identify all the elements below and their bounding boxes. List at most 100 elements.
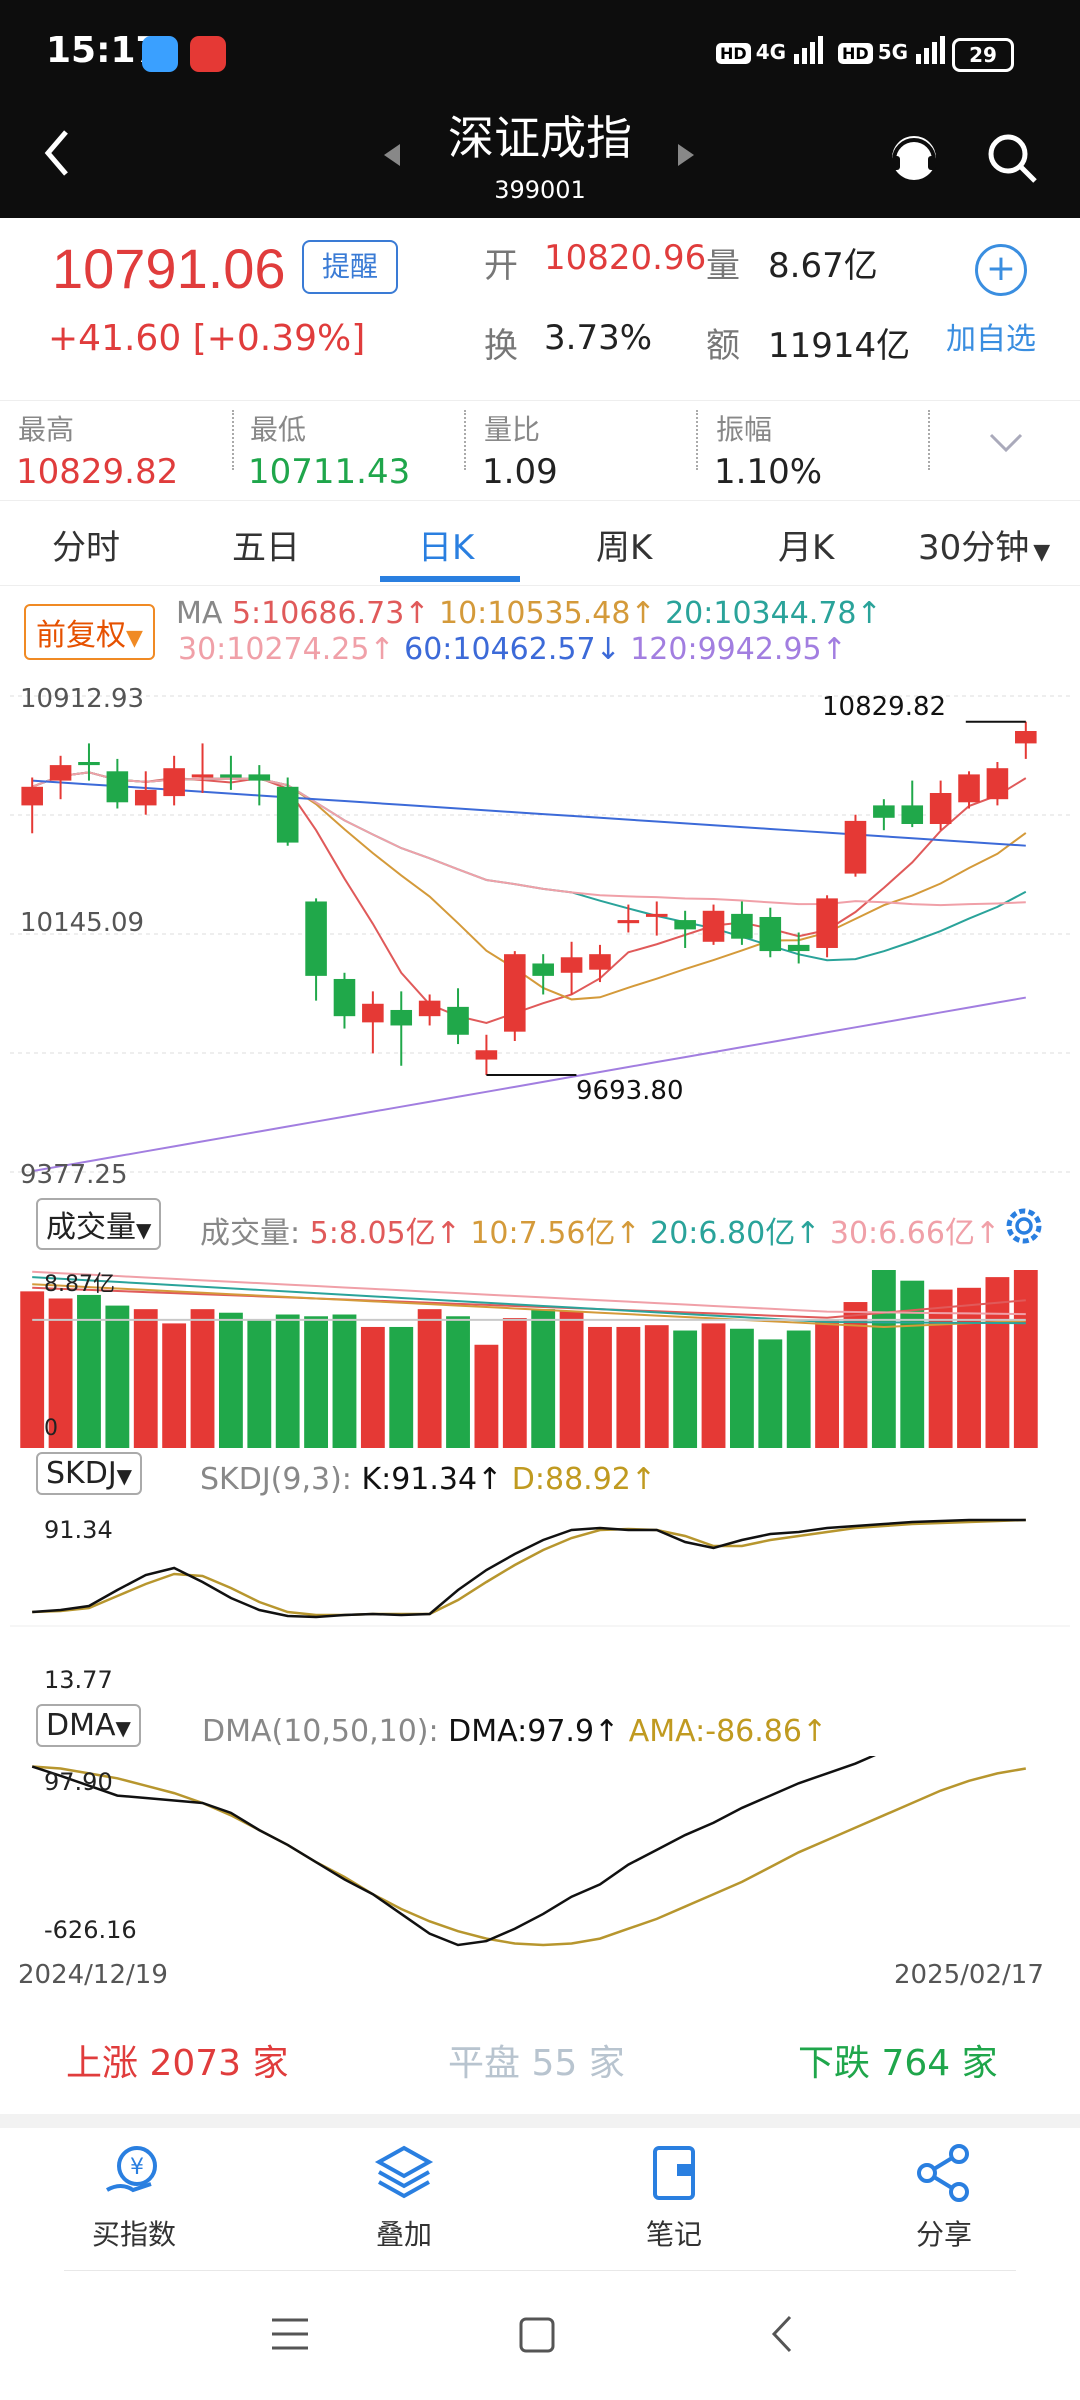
volume-bar	[559, 1310, 584, 1448]
price-axis-mid: 10145.09	[20, 908, 145, 938]
candle-body	[276, 786, 299, 843]
skdj-params: SKDJ(9,3):	[200, 1462, 352, 1497]
unchanged-count[interactable]: 平盘 55 家	[448, 2034, 625, 2086]
high-marker-label: 10829.82	[822, 692, 947, 722]
tab-30min[interactable]: 30分钟 ▼	[918, 520, 1050, 569]
skdj-d-line	[32, 1518, 1026, 1617]
candle-body	[873, 805, 895, 818]
dma-chart	[31, 1756, 1027, 1947]
divider	[928, 410, 930, 470]
candle-body	[362, 1003, 384, 1023]
signal-icon: HD 5G	[838, 36, 946, 64]
volume-bar	[247, 1319, 272, 1448]
turnover-value: 3.73%	[544, 318, 653, 358]
divider	[64, 2270, 1016, 2271]
tab-monthly-k[interactable]: 月K	[778, 520, 834, 569]
volume-bar	[190, 1309, 215, 1448]
ma10-value: 10:10535.48↑	[438, 596, 656, 631]
candle-body	[106, 771, 129, 803]
dma-legend: DMA(10,50,10): DMA:97.9↑ AMA:-86.86↑	[202, 1714, 827, 1749]
home-icon[interactable]	[518, 2316, 556, 2358]
volume-bar	[417, 1309, 442, 1448]
volume-bar	[1013, 1270, 1038, 1448]
advancers-count[interactable]: 上涨 2073 家	[66, 2034, 289, 2086]
menu-icon[interactable]	[270, 2316, 310, 2356]
volume-bar	[616, 1326, 641, 1448]
tab-intraday[interactable]: 分时	[52, 520, 120, 569]
stat-low-label: 最低	[250, 413, 307, 446]
back-nav-icon[interactable]	[770, 2314, 794, 2358]
divider	[464, 410, 466, 470]
caret-down-icon: ▼	[126, 626, 143, 651]
kline-chart[interactable]	[0, 676, 1080, 1196]
date-end: 2025/02/17	[894, 1960, 1044, 1990]
stat-amplitude-value: 1.10%	[714, 452, 823, 492]
volume-bar	[218, 1312, 243, 1448]
overlay-button[interactable]: 叠加	[304, 2140, 504, 2253]
share-button[interactable]: 分享	[844, 2140, 1044, 2253]
tab-daily-k[interactable]: 日K	[418, 520, 474, 569]
candle-body	[560, 957, 583, 973]
add-favorite-button[interactable]: 加自选	[946, 314, 1036, 358]
skdj-selector[interactable]: SKDJ▼	[36, 1452, 143, 1495]
settings-gear-icon[interactable]	[1002, 1204, 1046, 1252]
caret-down-icon: ▼	[136, 1218, 152, 1242]
candle-body	[759, 916, 782, 952]
candle-body	[731, 913, 753, 939]
dma-selector[interactable]: DMA▼	[36, 1704, 141, 1747]
candle-body	[844, 820, 867, 874]
price-axis-top: 10912.93	[20, 684, 145, 714]
adjust-selector[interactable]: 前复权▼	[24, 604, 155, 660]
volume-bar	[162, 1323, 187, 1448]
volume-bar	[20, 1291, 45, 1448]
coin-hand-icon: ¥	[106, 2146, 157, 2193]
volume-bar	[786, 1330, 811, 1448]
volume-indicator-selector[interactable]: 成交量▼	[36, 1198, 162, 1250]
skdj-chart	[10, 1518, 1070, 1627]
overlay-label: 叠加	[375, 2218, 432, 2251]
chevron-down-icon[interactable]	[988, 432, 1024, 458]
candle-body	[248, 774, 271, 781]
volume-bar	[502, 1318, 527, 1448]
candle-body	[958, 774, 980, 803]
adjust-label: 前复权	[36, 618, 126, 653]
caret-down-icon: ▼	[1033, 540, 1051, 565]
volume-value: 8.67亿	[768, 246, 878, 286]
candle-body	[532, 963, 554, 976]
candle-body	[901, 805, 924, 824]
candle-body	[78, 761, 100, 766]
remind-button[interactable]: 提醒	[302, 240, 398, 294]
stat-amplitude-label: 振幅	[716, 413, 773, 446]
skdj-axis-top: 91.34	[44, 1516, 113, 1544]
low-marker-label: 9693.80	[576, 1076, 684, 1106]
vol10-value: 10:7.56亿↑	[470, 1216, 641, 1251]
ma120-value: 120:9942.95↑	[630, 632, 847, 667]
buy-index-button[interactable]: ¥ 买指数	[34, 2140, 234, 2253]
ma30-value: 30:10274.25↑	[178, 632, 395, 667]
ma-legend-row2: 30:10274.25↑ 60:10462.57↓ 120:9942.95↑	[178, 632, 847, 667]
price-change: +41.60 [+0.39%]	[48, 318, 366, 359]
notes-button[interactable]: 笔记	[574, 2140, 774, 2253]
ma20-value: 20:10344.78↑	[665, 596, 882, 631]
tab-weekly-k[interactable]: 周K	[596, 520, 652, 569]
volume-bar	[758, 1339, 783, 1448]
decliners-count[interactable]: 下跌 764 家	[798, 2034, 998, 2086]
skdj-selector-label: SKDJ	[46, 1456, 117, 1491]
price-axis-bottom: 9377.25	[20, 1160, 128, 1190]
tab-five-day[interactable]: 五日	[232, 520, 300, 569]
signal-icon: HD 4G	[716, 36, 824, 64]
candle-body	[418, 1000, 441, 1017]
search-icon[interactable]	[984, 130, 1040, 190]
add-favorite-icon[interactable]: +	[975, 244, 1027, 296]
dma-line	[31, 1756, 876, 1947]
dma-axis-top: 97.90	[44, 1768, 113, 1796]
app-notification-icon	[190, 36, 226, 72]
skdj-k-line	[32, 1518, 1026, 1619]
volume-axis-max: 8.87亿	[44, 1272, 115, 1297]
volume-bar	[474, 1344, 499, 1448]
volume-bar	[588, 1326, 612, 1448]
headset-icon[interactable]	[886, 130, 942, 190]
volume-bar	[332, 1314, 357, 1448]
candle-body	[589, 954, 611, 970]
candle-body	[49, 765, 72, 781]
